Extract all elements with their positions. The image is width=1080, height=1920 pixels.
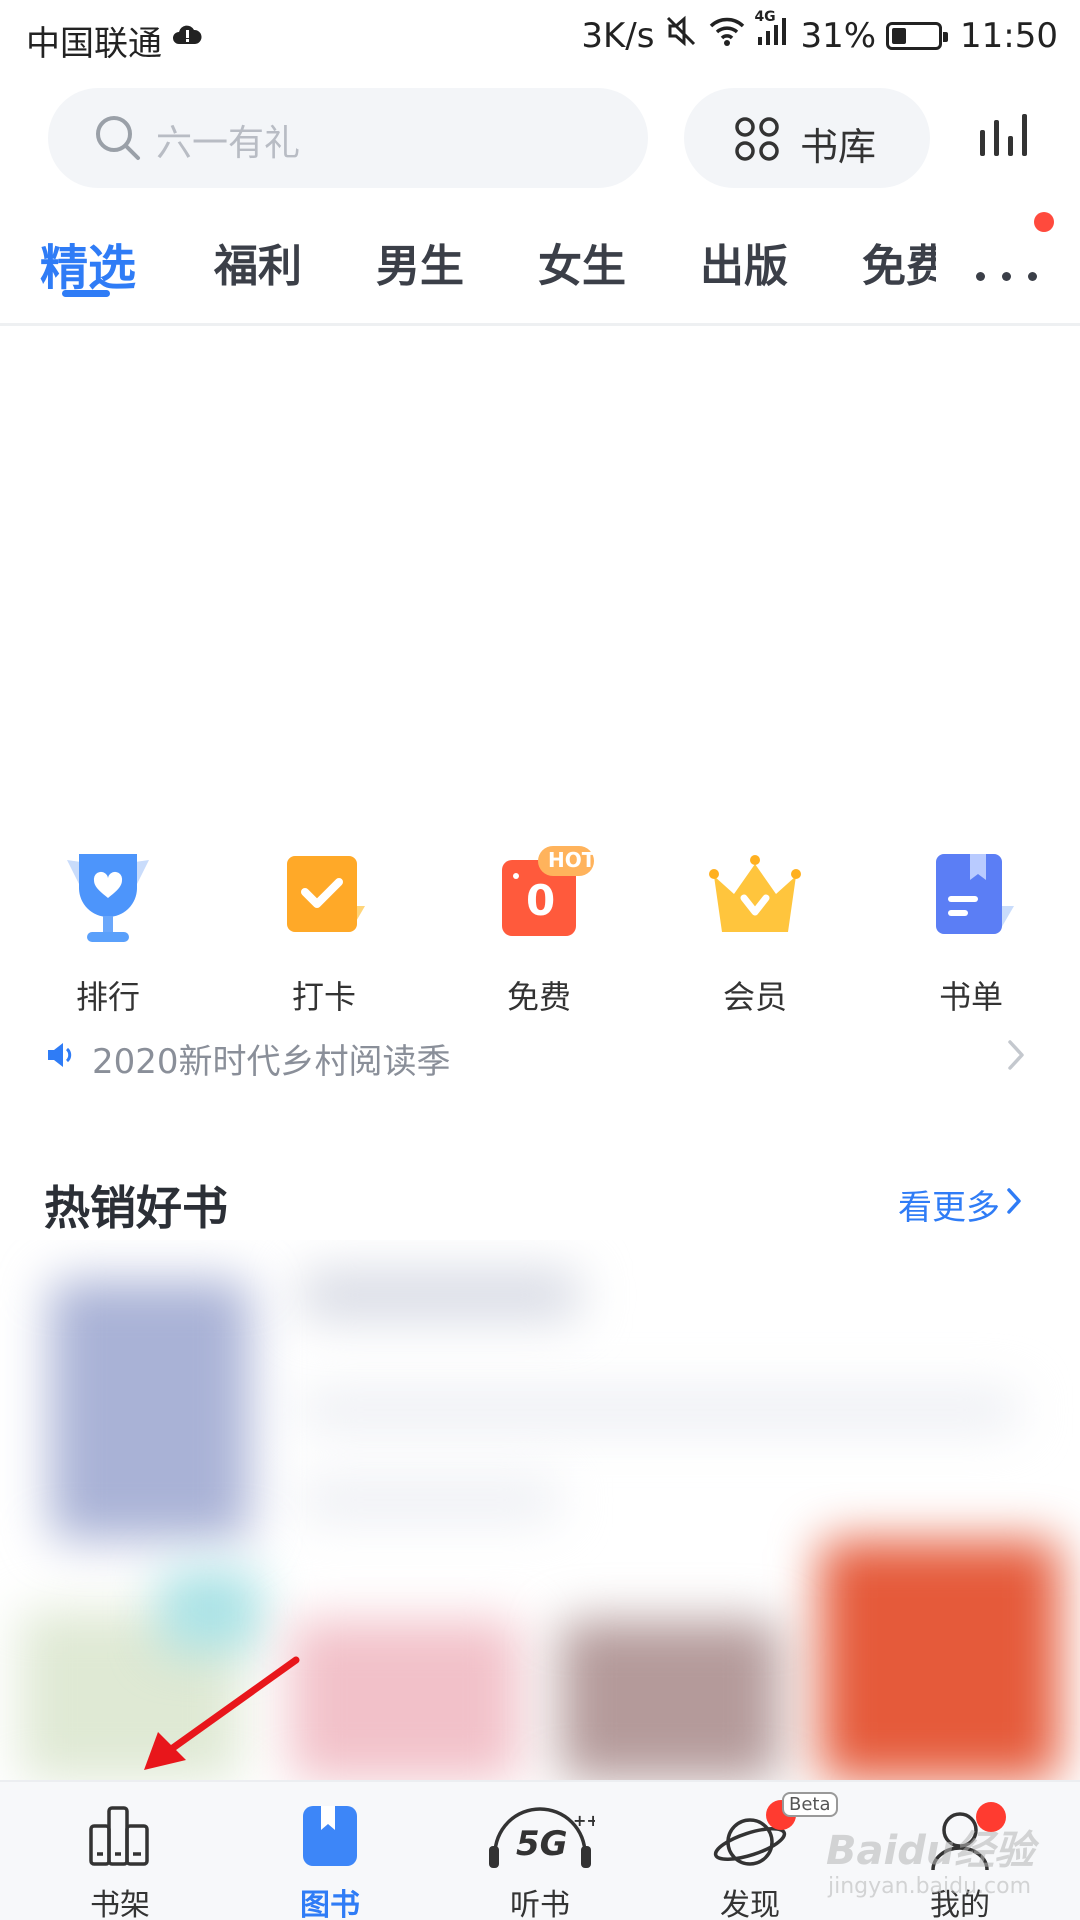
tab-indicator [62,290,110,297]
battery-percent: 31% [800,15,877,56]
speaker-icon [46,1040,78,1074]
book-cover[interactable] [290,1620,520,1780]
annotation-arrow-icon [144,1656,300,1770]
network-type: 4G [754,9,776,25]
see-more-link[interactable]: 看更多 [898,1180,1022,1229]
grid-icon [734,116,780,166]
entry-booklist-label: 书单 [938,978,1003,1016]
tab-welfare[interactable]: 福利 [214,230,302,294]
nav-books-label: 图书 [300,1888,360,1920]
search-input[interactable]: 六一有礼 [48,88,648,188]
more-dot-icon [976,272,985,281]
books-icon [250,1800,410,1874]
nav-audiobook-label: 听书 [510,1888,570,1920]
bookshelf-icon [40,1800,200,1874]
battery-fill [892,27,907,44]
nav-discover-label: 发现 [720,1888,780,1920]
section-title: 热销好书 [44,1181,228,1235]
notice-bar[interactable]: 2020新时代乡村阅读季 [46,1030,1036,1082]
beta-tag: Beta [782,1792,838,1817]
net-speed: 3K/s [581,15,655,56]
entry-free-label: 免费 [506,978,571,1016]
more-dot-icon [1028,272,1037,281]
book-title [300,1270,580,1320]
ranking-chart-icon[interactable] [976,112,1032,162]
banner-area[interactable] [0,330,1080,830]
watermark-url: jingyan.baidu.com [828,1874,1032,1899]
planet-icon: Beta [670,1792,838,1874]
checkin-icon [269,846,379,956]
free-hot-badge: HOT [548,848,596,872]
svg-text:++: ++ [573,1811,595,1830]
more-tabs-badge [1034,212,1054,232]
crown-icon [700,846,810,956]
wifi-icon [708,15,746,56]
entry-vip-label: 会员 [722,978,787,1016]
more-dot-icon [1002,272,1011,281]
audiobook-5g-icon: ++ 5G [460,1800,620,1874]
search-icon [94,114,142,166]
tab-free[interactable]: 免费 [862,230,936,294]
entry-free[interactable]: HOT 0 免费 [464,846,614,1018]
entry-vip[interactable]: 会员 [680,846,830,1018]
nav-bookshelf[interactable]: 书架 [40,1800,200,1920]
book-cover[interactable] [560,1620,780,1780]
clock: 11:50 [960,15,1058,56]
nav-discover[interactable]: Beta 发现 [670,1792,838,1920]
book-meta [300,1480,560,1520]
free-digit: 0 [526,876,556,925]
carrier-name: 中国联通 [26,24,162,64]
chevron-right-icon [1006,1038,1026,1076]
watermark-logo: Baidu经验 [826,1828,1035,1874]
notice-text: 2020新时代乡村阅读季 [92,1042,451,1082]
book-desc [300,1390,1020,1430]
category-tabs: 精选 福利 男生 女生 出版 免费 [0,222,1080,326]
status-bar: 中国联通 3K/s 4G 31% 11:50 [0,0,1080,76]
book-cover[interactable] [820,1540,1060,1780]
entry-checkin[interactable]: 打卡 [249,846,399,1018]
search-placeholder: 六一有礼 [156,123,301,164]
audiobook-5g-text: 5G [516,1824,568,1864]
entry-ranking-label: 排行 [75,978,140,1016]
more-tabs-button[interactable] [976,252,1040,282]
see-more-label: 看更多 [898,1188,1000,1228]
nav-books[interactable]: 图书 [250,1800,410,1920]
free-icon: HOT 0 [484,846,596,956]
library-button[interactable]: 书库 [684,88,930,188]
mute-icon [664,14,698,57]
battery-icon [886,21,949,50]
nav-bookshelf-label: 书架 [90,1888,150,1920]
signal-icon: 4G [754,9,790,56]
nav-audiobook[interactable]: ++ 5G 听书 [460,1800,620,1920]
entry-booklist[interactable]: 书单 [896,846,1046,1018]
entry-ranking[interactable]: 排行 [33,846,183,1018]
entry-checkin-label: 打卡 [291,978,356,1016]
status-right: 3K/s 4G 31% 11:50 [581,9,1058,57]
book-cover[interactable] [50,1280,250,1540]
library-label: 书库 [800,125,877,169]
cloud-alert-icon [172,24,202,50]
tab-selected[interactable]: 精选 [40,228,136,298]
book-cover[interactable] [160,1570,260,1650]
trophy-icon [53,846,163,956]
tab-female[interactable]: 女生 [538,230,626,294]
tab-publish[interactable]: 出版 [700,230,788,294]
chevron-right-icon [1006,1185,1022,1225]
booklist-icon [916,846,1026,956]
tab-male[interactable]: 男生 [376,230,464,294]
